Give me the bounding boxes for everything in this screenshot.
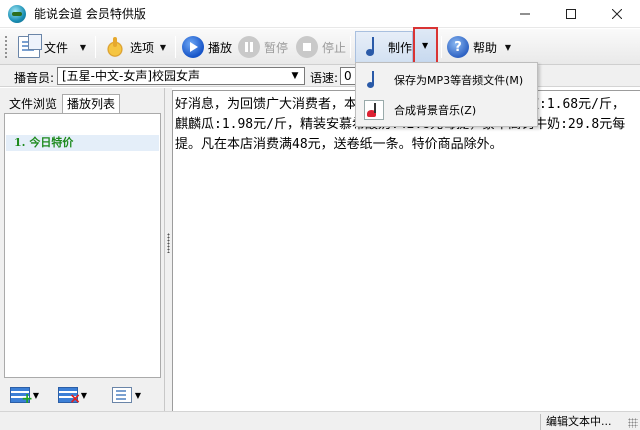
tab-file-browser[interactable]: 文件浏览 [4,94,62,114]
music-note-icon [362,36,384,58]
tab-playlist[interactable]: 播放列表 [62,94,121,114]
stop-button[interactable]: 停止 [296,32,346,62]
delete-item-button[interactable]: ▼ [58,385,90,407]
chevron-down-icon[interactable]: ▼ [288,68,302,84]
toolbar: 文件 ▼ 选项 ▼ 播放 暂停 停止 ? 帮助 ▼ [0,29,640,65]
title-bar: 能说会道 会员特供版 [0,0,640,28]
app-logo-icon [8,4,26,23]
help-dropdown-arrow[interactable]: ▼ [501,32,515,62]
toolbar-separator [350,36,351,58]
status-text: 编辑文本中... [540,414,640,430]
playlist-box[interactable]: 1. 今日特价 [4,113,161,378]
play-button[interactable]: 播放 [182,32,232,62]
window-title: 能说会道 会员特供版 [34,7,146,21]
chevron-down-icon[interactable]: ▼ [132,391,144,400]
options-hand-icon [104,36,126,58]
voice-selected-value: [五星-中文-女声]校园女声 [62,69,201,83]
toolbar-separator [95,36,96,58]
make-menu: 保存为MP3等音频文件(M) 合成背景音乐(Z) [355,62,538,127]
close-icon [612,9,622,19]
menu-item-label: 保存为MP3等音频文件(M) [394,74,524,87]
list-options-button[interactable]: ▼ [112,385,144,405]
list-item[interactable]: 1. 今日特价 [6,135,159,151]
minimize-button[interactable] [502,0,548,28]
close-button[interactable] [594,0,640,28]
toolbar-grip[interactable] [4,35,8,59]
text-editor[interactable]: 好消息，为回馈广大消费者，本店特推出以下特价商品：小青椒:1.68元/斤，麒麟瓜… [172,90,640,411]
toolbar-separator [441,36,442,58]
options-label: 选项 [130,40,155,55]
list-icon [112,387,132,403]
make-label: 制作 [388,40,413,55]
menu-item-label: 合成背景音乐(Z) [394,104,477,117]
toolbar-separator [175,36,176,58]
left-tabs: 文件浏览 播放列表 [4,94,121,114]
background-music-icon [364,100,384,120]
menu-item-save-mp3[interactable]: 保存为MP3等音频文件(M) [358,66,536,94]
options-dropdown-arrow[interactable]: ▼ [156,32,170,62]
panel-splitter[interactable] [165,88,172,411]
delete-list-icon [58,387,81,407]
help-label: 帮助 [473,40,498,55]
speed-label: 语速: [310,71,339,85]
window-controls [502,0,640,28]
stop-icon [296,36,318,58]
play-label: 播放 [208,40,233,55]
file-dropdown-arrow[interactable]: ▼ [76,32,90,62]
help-button[interactable]: ? 帮助 [447,32,497,62]
options-button[interactable]: 选项 [104,32,154,62]
maximize-button[interactable] [548,0,594,28]
minimize-icon [520,13,530,15]
resize-grip[interactable] [628,418,638,428]
document-icon [18,34,42,58]
stop-label: 停止 [322,40,347,55]
make-button-content[interactable]: 制作 [362,32,412,62]
add-item-button[interactable]: ▼ [10,385,42,407]
help-icon: ? [447,36,469,58]
voice-select[interactable]: [五星-中文-女声]校园女声 ▼ [57,67,305,85]
pause-icon [238,36,260,58]
add-list-icon [10,387,33,407]
voice-bar: 播音员: [五星-中文-女声]校园女声 ▼ 语速: 0 [0,65,640,87]
status-bar: 编辑文本中... [0,411,640,430]
splitter-grip [167,233,170,253]
music-note-icon [364,70,384,90]
pause-button[interactable]: 暂停 [238,32,288,62]
menu-item-background-music[interactable]: 合成背景音乐(Z) [358,96,536,124]
file-label: 文件 [44,40,69,55]
pause-label: 暂停 [264,40,289,55]
playlist-actions: ▼ ▼ ▼ [0,381,165,407]
play-icon [182,36,204,58]
maximize-icon [566,9,576,19]
left-panel: 文件浏览 播放列表 1. 今日特价 ▼ ▼ ▼ [0,88,165,411]
make-dropdown-arrow[interactable]: ▼ [413,27,438,64]
voice-label: 播音员: [14,71,55,85]
file-button[interactable]: 文件 [18,32,68,62]
